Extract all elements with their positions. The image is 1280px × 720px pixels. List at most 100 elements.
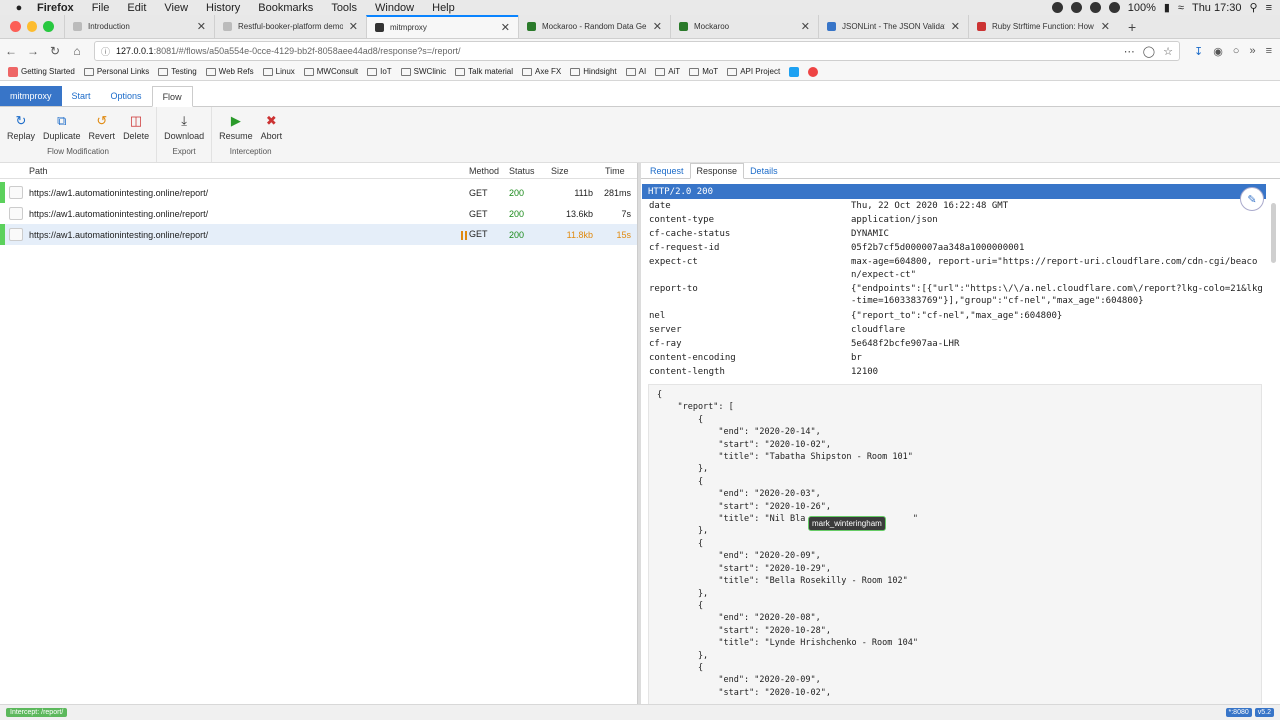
intercept-filter-badge[interactable]: Intercept: /report/: [6, 708, 68, 717]
bookmark-folder[interactable]: MWConsult: [303, 67, 358, 76]
header-value[interactable]: max-age=604800, report-uri="https://repo…: [851, 256, 1265, 281]
header-value[interactable]: application/json: [851, 214, 1265, 227]
close-tab-icon[interactable]: ✕: [501, 21, 510, 34]
header-value[interactable]: Thu, 22 Oct 2020 16:22:48 GMT: [851, 200, 1265, 213]
header-value[interactable]: DYNAMIC: [851, 228, 1265, 241]
column-method[interactable]: Method: [469, 166, 509, 176]
column-status[interactable]: Status: [509, 166, 551, 176]
detail-scrollbar[interactable]: [1269, 179, 1277, 699]
close-tab-icon[interactable]: ✕: [349, 20, 358, 33]
browser-tab[interactable]: JSONLint - The JSON Validator ✕: [818, 15, 968, 38]
wifi-icon[interactable]: ≈: [1178, 2, 1184, 14]
browser-tab[interactable]: Ruby Strftime Function: How to ✕: [968, 15, 1118, 38]
menu-file[interactable]: File: [83, 2, 119, 14]
bookmark-folder[interactable]: Web Refs: [205, 67, 254, 76]
tab-flow[interactable]: Flow: [151, 86, 193, 107]
close-window-icon[interactable]: [10, 21, 21, 32]
bookmark-folder[interactable]: Testing: [158, 67, 197, 76]
tab-start[interactable]: Start: [62, 86, 101, 106]
clock[interactable]: Thu 17:30: [1192, 2, 1242, 14]
duplicate-button[interactable]: ⧉ Duplicate: [39, 107, 85, 141]
maximize-window-icon[interactable]: [43, 21, 55, 32]
menu-bookmarks[interactable]: Bookmarks: [249, 2, 322, 14]
bookmark-star-icon[interactable]: ☆: [1163, 45, 1173, 58]
menu-window[interactable]: Window: [366, 2, 423, 14]
bookmark-folder[interactable]: AI: [625, 67, 646, 76]
header-value[interactable]: cloudflare: [851, 324, 1265, 337]
back-icon[interactable]: ←: [0, 44, 22, 58]
header-name[interactable]: expect-ct: [649, 256, 851, 281]
response-body[interactable]: { "report": [ { "end": "2020-20-14", "st…: [648, 384, 1262, 704]
menu-list-icon[interactable]: ≡: [1266, 2, 1272, 14]
home-icon[interactable]: ⌂: [66, 44, 88, 58]
menu-tools[interactable]: Tools: [322, 2, 366, 14]
browser-tab[interactable]: Mockaroo ✕: [670, 15, 818, 38]
tab-options[interactable]: Options: [101, 86, 152, 106]
delete-button[interactable]: ◫ Delete: [119, 107, 153, 141]
minimize-window-icon[interactable]: [26, 21, 38, 32]
bookmark-folder[interactable]: API Project: [727, 67, 780, 76]
close-tab-icon[interactable]: ✕: [801, 20, 810, 33]
mitmproxy-brand[interactable]: mitmproxy: [0, 86, 62, 106]
bookmark-folder[interactable]: IoT: [367, 67, 392, 76]
status-icon[interactable]: [1089, 2, 1101, 13]
status-icon[interactable]: [1070, 2, 1082, 13]
close-tab-icon[interactable]: ✕: [197, 20, 206, 33]
status-icon[interactable]: [1108, 2, 1120, 13]
header-value[interactable]: {"report_to":"cf-nel","max_age":604800}: [851, 310, 1265, 323]
bookmark-item[interactable]: [808, 66, 819, 77]
browser-tab[interactable]: Mockaroo - Random Data Gene ✕: [518, 15, 670, 38]
flow-row[interactable]: https://aw1.automationintesting.online/r…: [0, 182, 637, 203]
header-value[interactable]: 5e648f2bcfe907aa-LHR: [851, 338, 1265, 351]
apple-icon[interactable]: ●: [10, 2, 28, 14]
battery-icon[interactable]: ▮: [1164, 1, 1170, 14]
close-tab-icon[interactable]: ✕: [653, 20, 662, 33]
flow-checkbox[interactable]: [9, 207, 23, 220]
header-name[interactable]: report-to: [649, 283, 851, 308]
extension-icon[interactable]: ○: [1233, 45, 1240, 58]
menu-help[interactable]: Help: [423, 2, 464, 14]
browser-tab[interactable]: Introduction ✕: [64, 15, 214, 38]
header-name[interactable]: nel: [649, 310, 851, 323]
header-name[interactable]: content-length: [649, 366, 851, 379]
header-name[interactable]: cf-request-id: [649, 242, 851, 255]
abort-button[interactable]: ✖ Abort: [257, 107, 287, 141]
bookmark-folder[interactable]: Talk material: [455, 67, 513, 76]
battery-percent[interactable]: 100%: [1128, 2, 1156, 14]
menu-edit[interactable]: Edit: [118, 2, 155, 14]
browser-tab-active[interactable]: mitmproxy ✕: [366, 15, 518, 38]
header-value[interactable]: 12100: [851, 366, 1265, 379]
header-name[interactable]: content-type: [649, 214, 851, 227]
info-icon[interactable]: ⓘ: [101, 45, 110, 58]
bookmark-folder[interactable]: SWClinic: [400, 67, 446, 76]
close-tab-icon[interactable]: ✕: [1101, 20, 1110, 33]
hamburger-menu-icon[interactable]: ≡: [1266, 45, 1272, 58]
bookmark-folder[interactable]: AiT: [655, 67, 680, 76]
menu-view[interactable]: View: [155, 2, 197, 14]
url-bar[interactable]: ⓘ 127.0.0.1 :8081/#/flows/a50a554e-0cce-…: [94, 41, 1180, 61]
bookmark-item[interactable]: [789, 66, 800, 77]
download-button[interactable]: ⤓ Download: [160, 107, 208, 141]
extension-icon[interactable]: ◉: [1213, 45, 1223, 58]
flow-checkbox[interactable]: [9, 186, 23, 199]
header-name[interactable]: content-encoding: [649, 352, 851, 365]
flow-row-selected[interactable]: https://aw1.automationintesting.online/r…: [0, 224, 637, 245]
column-path[interactable]: Path: [29, 166, 469, 176]
search-icon[interactable]: ⚲: [1250, 1, 1258, 14]
column-size[interactable]: Size: [551, 166, 597, 176]
status-icon[interactable]: [1051, 2, 1063, 13]
bookmark-folder[interactable]: Hindsight: [570, 67, 617, 76]
reload-icon[interactable]: ↻: [44, 44, 66, 58]
bookmark-folder[interactable]: Linux: [262, 67, 295, 76]
header-name[interactable]: cf-cache-status: [649, 228, 851, 241]
page-actions-icon[interactable]: ⋯: [1124, 45, 1135, 58]
browser-tab[interactable]: Restful-booker-platform demo ✕: [214, 15, 366, 38]
menu-app[interactable]: Firefox: [28, 2, 83, 14]
close-tab-icon[interactable]: ✕: [951, 20, 960, 33]
menu-history[interactable]: History: [197, 2, 249, 14]
header-name[interactable]: server: [649, 324, 851, 337]
tab-request[interactable]: Request: [644, 163, 690, 178]
header-name[interactable]: cf-ray: [649, 338, 851, 351]
forward-icon[interactable]: →: [22, 44, 44, 58]
download-icon[interactable]: ↧: [1194, 45, 1203, 58]
